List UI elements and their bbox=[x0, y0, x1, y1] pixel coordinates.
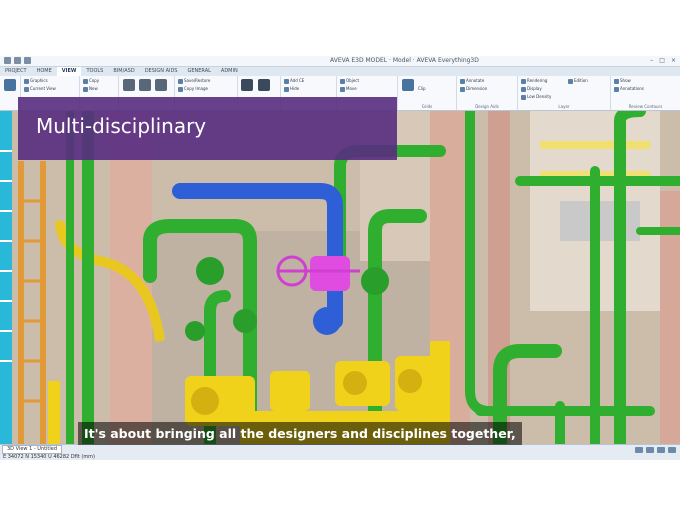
dimension-button[interactable]: Dimension bbox=[460, 86, 487, 92]
copy-icon bbox=[83, 78, 88, 84]
fly-icon[interactable] bbox=[258, 79, 270, 91]
3d-viewport[interactable] bbox=[0, 111, 680, 444]
new-icon bbox=[83, 86, 88, 92]
edition-button[interactable]: Edition bbox=[568, 78, 588, 84]
video-caption: It's about bringing all the designers an… bbox=[78, 422, 522, 445]
move-button[interactable]: Move bbox=[340, 86, 357, 92]
dimension-icon bbox=[460, 86, 465, 92]
graphics-icon bbox=[24, 78, 29, 84]
status-bar: 3D View 1 - Untitled E 34072 N 15340 U 4… bbox=[0, 444, 680, 460]
graphics-button[interactable]: Graphics bbox=[24, 78, 48, 84]
show-button[interactable]: Show bbox=[614, 78, 631, 84]
tab-home[interactable]: HOME bbox=[32, 67, 57, 76]
design-aids-group-label: Design Aids bbox=[475, 104, 499, 109]
hide-button[interactable]: Hide bbox=[284, 86, 299, 92]
show-icon bbox=[614, 78, 619, 84]
snap-icon[interactable] bbox=[635, 447, 643, 453]
density-icon bbox=[521, 94, 526, 100]
copy-image-button[interactable]: Copy Image bbox=[178, 86, 208, 92]
arrow-left-icon[interactable] bbox=[123, 79, 135, 91]
ribbon-tabs: PROJECT HOME VIEW TOOLS BIM/ASD DESIGN A… bbox=[0, 67, 680, 76]
window-controls: – □ × bbox=[650, 57, 676, 64]
tab-view[interactable]: VIEW bbox=[56, 67, 82, 76]
copy-button[interactable]: Copy bbox=[83, 78, 99, 84]
low-density-button[interactable]: Low Density bbox=[521, 94, 551, 100]
clip-button[interactable]: Clip bbox=[418, 86, 426, 91]
heading-text: Multi-disciplinary bbox=[36, 114, 207, 138]
object-button[interactable]: Object bbox=[340, 78, 359, 84]
view-tab[interactable]: 3D View 1 - Untitled bbox=[2, 445, 63, 454]
view-icon bbox=[24, 86, 29, 92]
close-icon[interactable]: × bbox=[671, 57, 676, 64]
save-restore-button[interactable]: Save/Restore bbox=[178, 78, 210, 84]
current-view-button[interactable]: Current View bbox=[24, 86, 56, 92]
maximize-icon[interactable]: □ bbox=[659, 57, 665, 64]
grid-icon[interactable] bbox=[646, 447, 654, 453]
status-icons bbox=[635, 447, 676, 453]
display-button[interactable]: Display bbox=[521, 86, 542, 92]
annotate-button[interactable]: Annotate bbox=[460, 78, 484, 84]
review-contours-group-label: Review Contours bbox=[628, 104, 663, 109]
minimize-icon[interactable]: – bbox=[650, 57, 653, 64]
video-heading-banner: Multi-disciplinary bbox=[18, 97, 397, 160]
settings-icon[interactable] bbox=[668, 447, 676, 453]
plant-model-render bbox=[0, 111, 680, 444]
annotate-icon bbox=[460, 78, 465, 84]
add-icon bbox=[284, 78, 289, 84]
grids-group-label: Grids bbox=[421, 104, 433, 109]
add-ce-button[interactable]: Add CE bbox=[284, 78, 304, 84]
window-title: AVEVA E3D MODEL · Model · AVEVA Everythi… bbox=[330, 57, 479, 64]
quick-access-toolbar bbox=[4, 57, 31, 64]
camera-icon bbox=[178, 78, 183, 84]
ribbon-group-layer: Rendering Display Low Density Edition La… bbox=[518, 76, 611, 110]
ribbon-group-design-aids: Annotate Dimension Design Aids bbox=[457, 76, 518, 110]
clip-icon[interactable] bbox=[402, 79, 414, 91]
save-icon[interactable] bbox=[4, 57, 11, 64]
object-icon bbox=[340, 78, 345, 84]
hide-icon bbox=[284, 86, 289, 92]
undo-icon[interactable] bbox=[14, 57, 21, 64]
tab-tools[interactable]: TOOLS bbox=[81, 67, 108, 76]
tab-bim[interactable]: BIM/ASD bbox=[108, 67, 139, 76]
layer-group-label: Layer bbox=[558, 104, 570, 109]
tab-admin[interactable]: ADMIN bbox=[216, 67, 243, 76]
tab-design-aids[interactable]: DESIGN AIDS bbox=[140, 67, 183, 76]
edit-icon bbox=[568, 78, 573, 84]
rendering-icon bbox=[521, 78, 526, 84]
ribbon-group-review-contours: Show Annotations Review Contours bbox=[611, 76, 680, 110]
title-bar: AVEVA E3D MODEL · Model · AVEVA Everythi… bbox=[0, 56, 680, 67]
annotations-icon bbox=[614, 86, 619, 92]
zoom-icon[interactable] bbox=[155, 79, 167, 91]
move-icon bbox=[340, 86, 345, 92]
display-icon bbox=[521, 86, 526, 92]
annotations-button[interactable]: Annotations bbox=[614, 86, 644, 92]
coordinate-readout: E 34072 N 15340 U 46282 Dflt (mm) bbox=[3, 454, 96, 460]
ribbon-group-clip: Clip Grids bbox=[398, 76, 457, 110]
walk-icon[interactable] bbox=[241, 79, 253, 91]
current-view-icon[interactable] bbox=[4, 79, 16, 91]
pan-icon[interactable] bbox=[139, 79, 151, 91]
image-icon bbox=[178, 86, 183, 92]
ortho-icon[interactable] bbox=[657, 447, 665, 453]
redo-icon[interactable] bbox=[24, 57, 31, 64]
tab-project[interactable]: PROJECT bbox=[0, 67, 32, 76]
rendering-button[interactable]: Rendering bbox=[521, 78, 547, 84]
new-view-button[interactable]: New bbox=[83, 86, 98, 92]
tab-general[interactable]: GENERAL bbox=[182, 67, 215, 76]
